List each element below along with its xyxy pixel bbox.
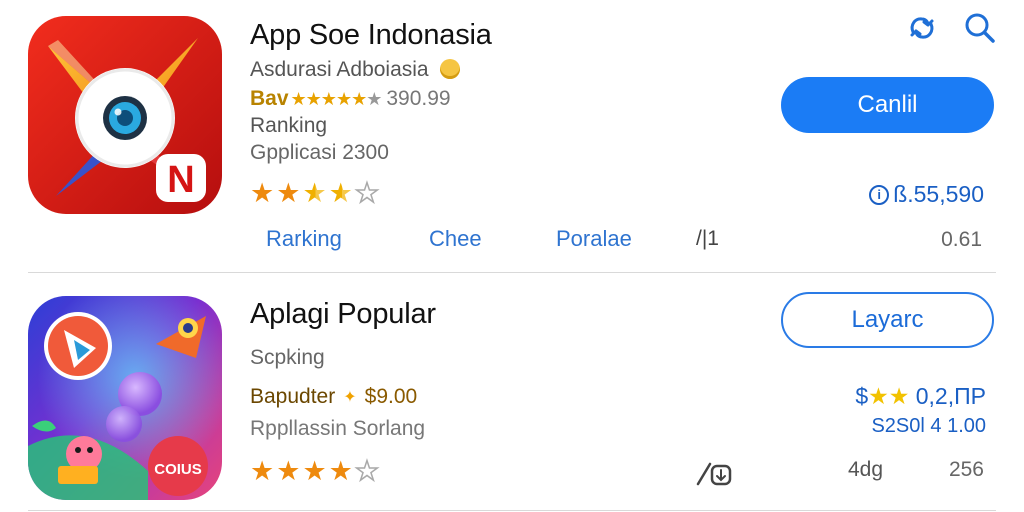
star-icon: ★ (276, 178, 301, 208)
rating-summary: Bav ★★★★★★ 390.99 (250, 87, 451, 111)
icon-badge-letter: N (167, 159, 194, 201)
view-button[interactable]: Layarc (781, 292, 994, 348)
app-meta: Rppllassin Sorlang (250, 417, 426, 440)
footer-value-b: 256 (948, 458, 984, 481)
star-empty-icon: ★ (354, 456, 380, 486)
star-half-icon: ★ (328, 178, 353, 208)
star-icons-small: ★★★★★★ (290, 88, 383, 109)
app-price-secondary: S2S0l 4 1.00 (871, 415, 986, 437)
app-icon-game[interactable]: COIUS (28, 296, 222, 500)
app-category: Scpking (250, 346, 325, 369)
developer-name[interactable]: Asdurasi Adboiasia (250, 58, 461, 82)
star-icon: ★ (250, 456, 275, 486)
footer-value-a: 4dg (848, 458, 884, 481)
app-list-item[interactable]: N App Soe Indonasia Asdurasi Adboiasia B… (0, 0, 1024, 268)
price-value: ß.55,590 (893, 181, 984, 207)
tab-chee[interactable]: Chee (429, 226, 482, 252)
app-price: $★★ 0,2,ПР (855, 383, 986, 410)
price-summary: Bapudter ✦ $9.00 (250, 385, 417, 409)
developer-name-text: Asdurasi Adboiasia (250, 58, 429, 81)
star-empty-icon: ★ (354, 178, 380, 208)
emoji-icon (440, 59, 461, 79)
star-icon: ★ (276, 456, 301, 486)
star-rating: ★ ★ ★ ★ ★ (250, 456, 380, 486)
get-button[interactable]: Canlil (781, 77, 994, 133)
star-icon: ★ (328, 456, 353, 486)
rating-lead: Bav (250, 87, 289, 110)
rating-value: 390.99 (386, 87, 451, 110)
tab-extra: /|1 (696, 227, 719, 250)
divider (28, 272, 996, 273)
app-list-item[interactable]: COIUS Aplagi Popular Scpking Bapudter ✦ … (0, 280, 1024, 512)
price-value: 0,2,ПР (915, 383, 986, 409)
app-title[interactable]: Aplagi Popular (250, 298, 436, 331)
app-title[interactable]: App Soe Indonasia (250, 19, 492, 52)
tab-ranking[interactable]: Rarking (266, 226, 342, 252)
tab-bar: Rarking Chee Poralae /|1 0.61 (266, 226, 1006, 254)
icon-badge-text: COIUS (154, 461, 202, 478)
divider (28, 510, 996, 511)
app-category: Ranking (250, 114, 328, 137)
star-rating: ★ ★ ★ ★ ★ (250, 178, 380, 208)
tab-right-value: 0.61 (941, 228, 982, 251)
star-icon: ★ (250, 178, 275, 208)
price-prefix: $ (855, 383, 869, 409)
star-icon: ★ (302, 456, 327, 486)
sparkle-icon: ✦ (343, 389, 357, 406)
info-icon: i (869, 184, 890, 205)
app-price: i ß.55,590 (869, 181, 984, 208)
price-lead: Bapudter (250, 385, 336, 408)
sparkle-icon: ★★ (868, 383, 910, 409)
app-meta: Gpplicasi 2300 (250, 141, 389, 164)
star-half-icon: ★ (302, 178, 327, 208)
tab-popular[interactable]: Poralae (556, 226, 632, 252)
price-lead-value: $9.00 (364, 385, 418, 408)
download-icon[interactable] (696, 458, 736, 488)
app-icon-compass[interactable]: N (28, 16, 222, 214)
